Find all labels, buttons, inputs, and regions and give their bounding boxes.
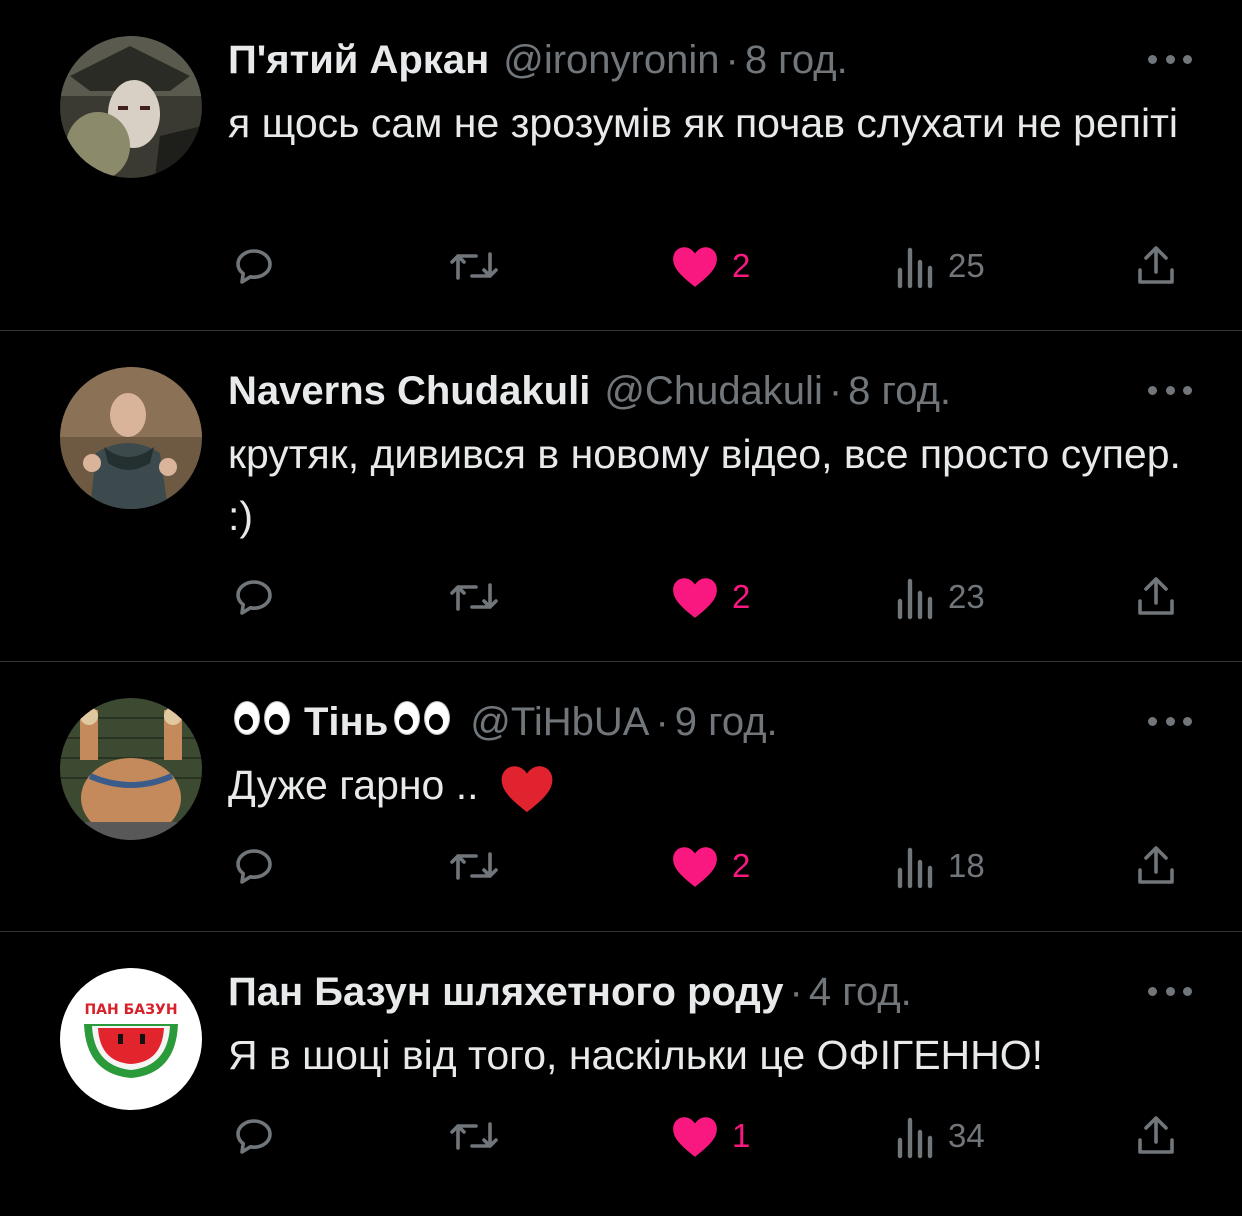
retweet-icon [450, 252, 498, 280]
timestamp[interactable]: 8 год. [745, 36, 848, 84]
like-count: 2 [732, 578, 751, 615]
views-button[interactable]: 25 [896, 242, 985, 290]
retweet-icon [450, 1122, 498, 1150]
retweet-icon [450, 852, 498, 880]
reply-button[interactable] [230, 242, 278, 290]
tweet-header: Тінь @TiHbUA · 9 год. [228, 698, 1152, 746]
tweet-text: я щось сам не зрозумів як почав слухати … [228, 100, 1178, 146]
like-button[interactable]: 2 [670, 842, 750, 890]
views-icon [897, 1117, 933, 1159]
separator: · [655, 700, 669, 744]
red-heart-emoji [501, 766, 553, 813]
retweet-button[interactable] [446, 573, 502, 621]
avatar[interactable] [60, 698, 202, 840]
view-count: 25 [948, 247, 985, 284]
share-button[interactable] [1132, 1112, 1180, 1160]
share-icon [1138, 246, 1174, 284]
tweet[interactable]: ПАН БАЗУН Пан Базун шляхетного роду · 4 … [0, 932, 1242, 1216]
reply-icon [236, 249, 272, 284]
avatar[interactable] [60, 36, 202, 178]
retweet-button[interactable] [446, 842, 502, 890]
timestamp[interactable]: 9 год. [675, 698, 778, 746]
action-bar: 1 34 [0, 1112, 1242, 1160]
tweet-header: П'ятий Аркан @ironyronin · 8 год. [228, 36, 1152, 84]
eyes-emoji [394, 701, 451, 735]
avatar[interactable]: ПАН БАЗУН [60, 968, 202, 1110]
display-name[interactable]: Naverns Chudakuli [228, 367, 590, 415]
reply-icon [236, 1119, 272, 1154]
more-icon[interactable] [1148, 706, 1192, 736]
separator: · [725, 38, 739, 82]
like-button[interactable]: 2 [670, 242, 750, 290]
separator: · [828, 369, 843, 413]
heart-icon [673, 247, 717, 287]
retweet-icon [450, 583, 498, 611]
tweet-text-container: Дуже гарно .. [228, 754, 1192, 816]
reply-button[interactable] [230, 1112, 278, 1160]
svg-text:ПАН БАЗУН: ПАН БАЗУН [84, 1002, 177, 1018]
display-name[interactable]: П'ятий Аркан [228, 36, 489, 84]
more-icon[interactable] [1148, 375, 1192, 405]
reply-icon [236, 580, 272, 615]
user-handle[interactable]: @Chudakuli [604, 367, 823, 415]
avatar[interactable] [60, 367, 202, 509]
views-button[interactable]: 34 [896, 1112, 985, 1160]
action-bar: 2 25 [0, 242, 1242, 290]
tweet-text: Дуже гарно .. [228, 762, 479, 808]
heart-icon [673, 847, 717, 887]
user-handle[interactable]: @ironyronin [503, 36, 719, 84]
retweet-button[interactable] [446, 242, 502, 290]
display-name[interactable]: Пан Базун шляхетного роду [228, 968, 784, 1016]
view-count: 23 [948, 578, 985, 615]
like-count: 2 [732, 847, 751, 884]
views-icon [897, 847, 933, 889]
like-button[interactable]: 1 [670, 1112, 750, 1160]
views-icon [897, 247, 933, 289]
like-count: 2 [732, 247, 751, 284]
eyes-emoji [234, 701, 290, 735]
heart-icon [673, 578, 717, 618]
separator: · [789, 970, 803, 1014]
like-count: 1 [732, 1117, 751, 1154]
tweet-header: Naverns Chudakuli @Chudakuli · 8 год. [228, 367, 1152, 415]
tweet-header: Пан Базун шляхетного роду · 4 год. [228, 968, 1152, 1016]
more-icon[interactable] [1148, 976, 1192, 1006]
views-icon [897, 578, 933, 620]
share-icon [1138, 846, 1174, 884]
user-handle[interactable]: @TiHbUA [470, 698, 649, 746]
reply-icon [236, 849, 272, 884]
share-button[interactable] [1132, 242, 1180, 290]
more-icon[interactable] [1148, 44, 1192, 74]
timestamp[interactable]: 8 год. [848, 367, 951, 415]
share-icon [1138, 577, 1174, 615]
tweet[interactable]: Naverns Chudakuli @Chudakuli · 8 год. кр… [0, 331, 1242, 662]
like-button[interactable]: 2 [670, 573, 750, 621]
heart-icon [673, 1117, 717, 1157]
view-count: 18 [948, 847, 985, 884]
tweet[interactable]: П'ятий Аркан @ironyronin · 8 год. я щось… [0, 0, 1242, 331]
reply-button[interactable] [230, 842, 278, 890]
views-button[interactable]: 23 [896, 573, 985, 621]
share-button[interactable] [1132, 573, 1180, 621]
action-bar: 2 18 [0, 842, 1242, 890]
views-button[interactable]: 18 [896, 842, 985, 890]
share-button[interactable] [1132, 842, 1180, 890]
timestamp[interactable]: 4 год. [809, 968, 912, 1016]
action-bar: 2 23 [0, 573, 1242, 621]
retweet-button[interactable] [446, 1112, 502, 1160]
tweet-text: крутяк, дивився в новому відео, все прос… [228, 431, 1181, 539]
view-count: 34 [948, 1117, 985, 1154]
display-name[interactable]: Тінь [304, 698, 388, 746]
share-icon [1138, 1116, 1174, 1154]
reply-button[interactable] [230, 573, 278, 621]
tweet[interactable]: Тінь @TiHbUA · 9 год. Дуже гарно .. 2 18 [0, 662, 1242, 932]
tweet-text: Я в шоці від того, наскільки це ОФІГЕННО… [228, 1032, 1044, 1078]
reply-feed: П'ятий Аркан @ironyronin · 8 год. я щось… [0, 0, 1242, 1216]
